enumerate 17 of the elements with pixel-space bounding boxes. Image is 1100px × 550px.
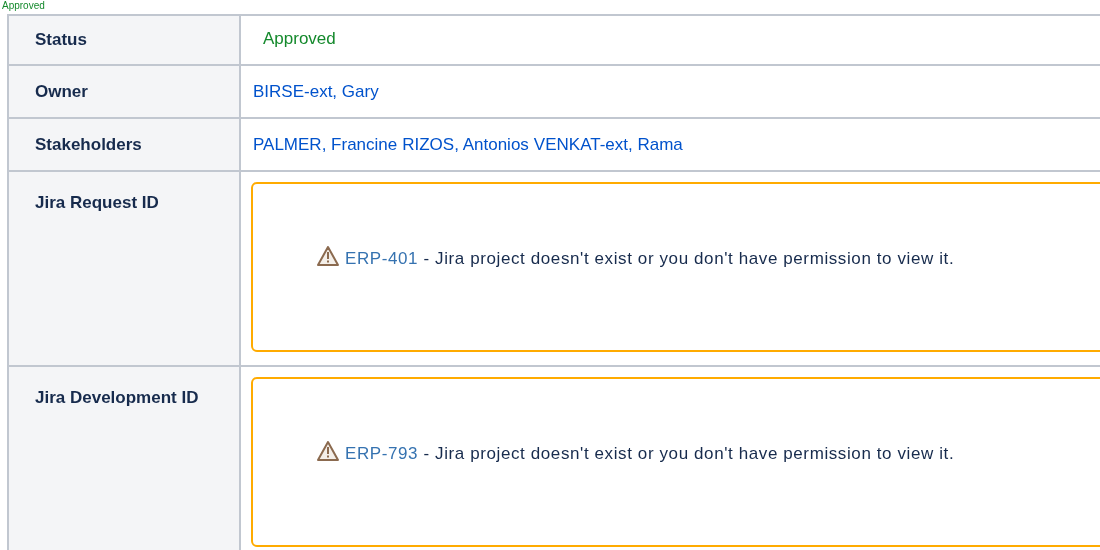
user-link[interactable]: BIRSE-ext, Gary (253, 78, 379, 105)
row-label: Jira Request ID (35, 193, 159, 212)
row-label: Status (35, 29, 87, 52)
row-label: Jira Development ID (35, 388, 199, 407)
user-link[interactable]: VENKAT-ext, Rama (533, 131, 683, 158)
status-value: Approved (263, 29, 336, 48)
jira-error-message: ERP-793 - Jira project doesn't exist or you don't have permission to view it. (317, 435, 957, 473)
user-link[interactable]: RIZOS, Antonios (402, 131, 529, 158)
row-label: Owner (35, 80, 88, 103)
status-text: Approved (2, 0, 45, 12)
issue-link[interactable]: ERP-401 (345, 249, 419, 268)
issue-link[interactable]: ERP-793 (345, 444, 419, 463)
warning-icon (317, 441, 339, 461)
warning-icon (317, 246, 339, 266)
row-label: Stakeholders (35, 133, 142, 156)
jira-error-message: ERP-401 - Jira project doesn't exist or you don't have permission to view it. (317, 240, 957, 278)
user-link[interactable]: PALMER, Francine (253, 131, 398, 158)
